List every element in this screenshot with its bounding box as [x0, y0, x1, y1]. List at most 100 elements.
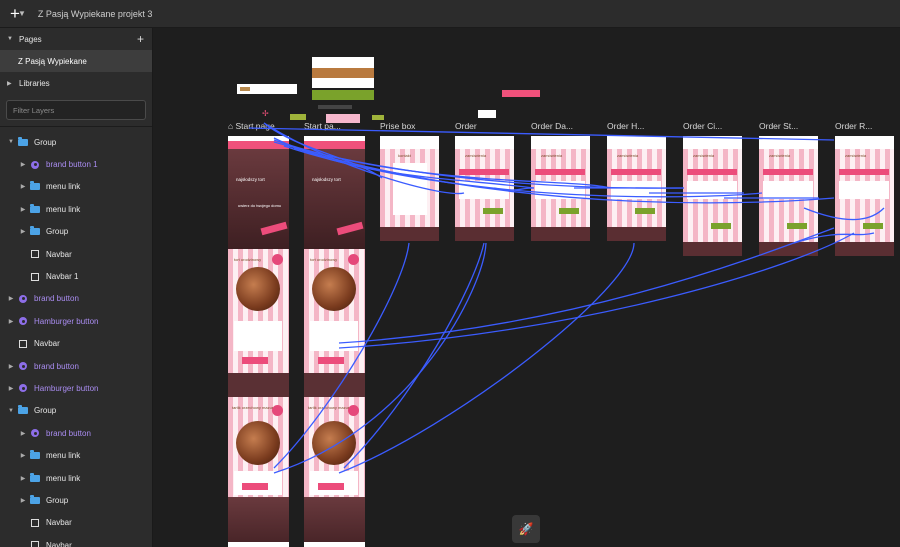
chevron-right-icon[interactable]: ▶: [18, 475, 28, 482]
board-order[interactable]: zamówienia: [455, 136, 514, 241]
layer-item[interactable]: ▶ Group: [0, 489, 152, 511]
app-window: + ▼ Z Pasją Wypiekane projekt 3 ▼ Pages …: [0, 0, 900, 547]
layer-item[interactable]: ▼ Group: [0, 400, 152, 422]
order-title: zamówienia: [845, 153, 867, 158]
design-canvas[interactable]: ✢ ⌂ Start page Start pa... Prise box Order O…: [154, 28, 900, 547]
layer-item[interactable]: Navbar: [0, 243, 152, 265]
chevron-right-icon[interactable]: ▶: [18, 228, 28, 235]
board-label[interactable]: Order H...: [607, 121, 644, 131]
component-brand-button-sample[interactable]: [237, 84, 297, 94]
order-next-button[interactable]: [635, 208, 655, 214]
chevron-down-icon[interactable]: ▼: [18, 9, 26, 18]
libraries-section-header[interactable]: ▶ Libraries: [0, 72, 152, 94]
layer-item[interactable]: ▶ Hamburger button: [0, 377, 152, 399]
order-button-1[interactable]: [318, 357, 344, 364]
board-label[interactable]: ⌂ Start page: [228, 121, 275, 131]
board-order[interactable]: zamówienia: [607, 136, 666, 241]
order-button-2[interactable]: [318, 483, 344, 490]
layer-icon: [28, 429, 42, 438]
layer-item[interactable]: ▶ brand button: [0, 288, 152, 310]
layer-item[interactable]: ▶ brand button 1: [0, 153, 152, 175]
layer-item[interactable]: ▶ menu link: [0, 198, 152, 220]
info-card-1: [234, 321, 282, 351]
board-label[interactable]: Prise box: [380, 121, 415, 131]
layer-label: Group: [46, 495, 69, 505]
layer-item[interactable]: ▶ menu link: [0, 444, 152, 466]
filter-layers-input[interactable]: Filter Layers: [6, 100, 146, 120]
board-label[interactable]: Order Da...: [531, 121, 573, 131]
board-start-page-2[interactable]: najsłodszy tort tort urodzinowy tartik o…: [304, 136, 365, 547]
order-next-button[interactable]: [559, 208, 579, 214]
order-button-1[interactable]: [242, 357, 268, 364]
board-start-page[interactable]: najsłodszy tort uwierz do twojego domu t…: [228, 136, 289, 547]
component-menu-card-4[interactable]: [312, 90, 374, 100]
prise-card: [393, 163, 427, 215]
board-order[interactable]: zamówienia: [835, 136, 894, 256]
cake-image-2: [236, 421, 280, 465]
layer-item[interactable]: Navbar: [0, 512, 152, 534]
order-button-2[interactable]: [242, 483, 268, 490]
chevron-right-icon[interactable]: ▶: [18, 206, 28, 213]
chevron-down-icon[interactable]: ▼: [6, 408, 16, 414]
layer-item[interactable]: ▶ menu link: [0, 467, 152, 489]
chevron-right-icon[interactable]: ▶: [18, 183, 28, 190]
folder-icon: [30, 494, 40, 504]
board-order[interactable]: zamówienia: [759, 136, 818, 256]
info-card-1: [310, 321, 358, 351]
layer-item[interactable]: ▶ brand button: [0, 422, 152, 444]
order-field[interactable]: [611, 169, 661, 175]
layer-label: brand button: [34, 361, 79, 371]
page-item-current[interactable]: Z Pasją Wypiekane: [0, 50, 152, 72]
order-field[interactable]: [839, 169, 889, 175]
chevron-right-icon[interactable]: ▶: [7, 80, 19, 87]
board-label[interactable]: Order Ci...: [683, 121, 722, 131]
layer-item[interactable]: ▼ Group: [0, 131, 152, 153]
chevron-down-icon[interactable]: ▼: [7, 36, 19, 42]
component-logo-small: [478, 110, 496, 118]
order-details: [687, 181, 737, 199]
board-order[interactable]: zamówienia: [683, 136, 742, 256]
layer-item[interactable]: ▶ Hamburger button: [0, 310, 152, 332]
order-next-button[interactable]: [787, 223, 807, 229]
board-label[interactable]: Order St...: [759, 121, 798, 131]
layer-item[interactable]: Navbar: [0, 333, 152, 355]
layer-icon: [28, 450, 42, 460]
order-field[interactable]: [535, 169, 585, 175]
chevron-right-icon[interactable]: ▶: [18, 430, 28, 437]
chevron-right-icon[interactable]: ▶: [18, 497, 28, 504]
component-menu-card-3[interactable]: [312, 78, 374, 88]
board-prise-box[interactable]: kontakt: [380, 136, 439, 241]
chevron-right-icon[interactable]: ▶: [6, 363, 16, 370]
chevron-right-icon[interactable]: ▶: [18, 452, 28, 459]
board-order[interactable]: zamówienia: [531, 136, 590, 241]
board-label[interactable]: Order R...: [835, 121, 872, 131]
document-title[interactable]: Z Pasją Wypiekane projekt 3: [38, 9, 152, 19]
layer-icon: [28, 181, 42, 191]
chevron-right-icon[interactable]: ▶: [6, 318, 16, 325]
component-menu-card-1[interactable]: [312, 57, 374, 68]
board-label-text: Start pa...: [304, 121, 341, 131]
layer-item[interactable]: ▶ menu link: [0, 176, 152, 198]
order-next-button[interactable]: [483, 208, 503, 214]
component-menu-card-2[interactable]: [312, 68, 374, 78]
order-field[interactable]: [687, 169, 737, 175]
order-field[interactable]: [459, 169, 509, 175]
order-next-button[interactable]: [711, 223, 731, 229]
order-next-button[interactable]: [863, 223, 883, 229]
pages-section-header[interactable]: ▼ Pages +: [0, 28, 152, 50]
order-field[interactable]: [763, 169, 813, 175]
layer-item[interactable]: Navbar: [0, 534, 152, 547]
chevron-right-icon[interactable]: ▶: [6, 295, 16, 302]
layer-item[interactable]: Navbar 1: [0, 265, 152, 287]
component-pink-strip[interactable]: [502, 90, 540, 97]
rocket-icon[interactable]: 🚀: [512, 515, 540, 543]
layer-item[interactable]: ▶ Group: [0, 221, 152, 243]
layer-icon: [16, 384, 30, 393]
chevron-down-icon[interactable]: ▼: [6, 139, 16, 145]
add-page-icon[interactable]: +: [137, 32, 144, 46]
layer-item[interactable]: ▶ brand button: [0, 355, 152, 377]
board-label[interactable]: Start pa...: [304, 121, 341, 131]
board-label[interactable]: Order: [455, 121, 477, 131]
chevron-right-icon[interactable]: ▶: [18, 161, 28, 168]
chevron-right-icon[interactable]: ▶: [6, 385, 16, 392]
